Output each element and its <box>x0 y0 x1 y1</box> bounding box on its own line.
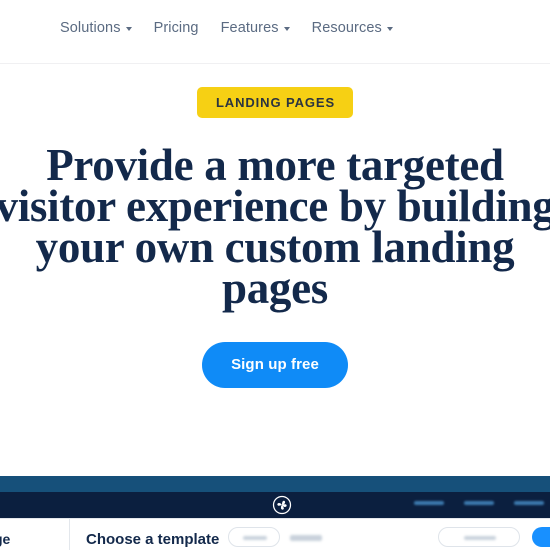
nav-item-features[interactable]: Features <box>221 20 290 36</box>
app-nav-item[interactable] <box>464 501 494 505</box>
primary-nav: Solutions Pricing Features Resources <box>60 20 393 36</box>
toolbar-pill-button[interactable] <box>228 527 280 547</box>
hero-section: LANDING PAGES Provide a more targeted vi… <box>0 65 550 475</box>
footer-secondary-label <box>464 536 496 540</box>
product-screenshot-preview: ge Choose a template <box>0 476 550 550</box>
landing-page-root: Solutions Pricing Features Resources LAN… <box>0 0 550 550</box>
nav-item-label: Solutions <box>60 20 121 36</box>
nav-item-label: Features <box>220 20 279 36</box>
toolbar-pill-label <box>243 536 267 540</box>
site-navbar: Solutions Pricing Features Resources <box>0 0 550 64</box>
app-nav-item[interactable] <box>514 501 544 505</box>
app-header-bar <box>0 492 550 518</box>
app-nav-item[interactable] <box>414 501 444 505</box>
footer-secondary-button[interactable] <box>438 527 520 547</box>
hero-cta-container: Sign up free <box>0 342 550 388</box>
hero-badge-container: LANDING PAGES <box>0 87 550 118</box>
app-top-band <box>0 476 550 492</box>
nav-item-label: Pricing <box>153 20 199 36</box>
nav-item-label: Resources <box>311 20 382 36</box>
nav-item-pricing[interactable]: Pricing <box>154 20 199 36</box>
chevron-down-icon <box>125 27 132 31</box>
app-nav-placeholders <box>414 501 544 505</box>
sidebar-item-label: ge <box>0 531 11 547</box>
nav-item-solutions[interactable]: Solutions <box>60 20 132 36</box>
pinwheel-logo-icon <box>272 495 292 515</box>
chevron-down-icon <box>386 27 393 31</box>
app-content-area: ge Choose a template <box>0 518 550 550</box>
app-sidebar: ge <box>0 519 70 550</box>
chevron-down-icon <box>283 27 290 31</box>
page-title: Provide a more targeted visitor experien… <box>0 140 550 313</box>
nav-item-resources[interactable]: Resources <box>312 20 393 36</box>
toolbar-text-placeholder <box>290 535 322 541</box>
panel-title: Choose a template <box>86 531 220 548</box>
footer-primary-button[interactable] <box>532 527 550 547</box>
sign-up-free-button[interactable]: Sign up free <box>202 342 348 388</box>
category-badge: LANDING PAGES <box>196 87 354 118</box>
